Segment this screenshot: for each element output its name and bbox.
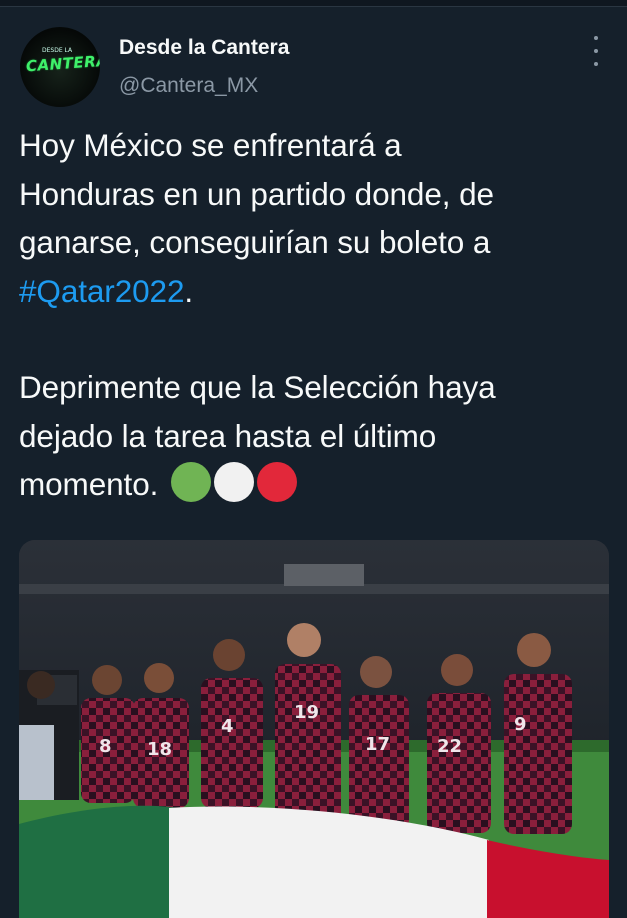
tweet-text: Hoy México se enfrentará a Honduras en u… — [19, 121, 614, 509]
jersey-number: 22 — [437, 736, 462, 757]
tweet-line: Deprimente que la Selección haya — [19, 369, 496, 405]
top-divider — [0, 0, 627, 7]
more-vertical-icon[interactable] — [588, 36, 604, 66]
jersey-number: 18 — [147, 739, 172, 760]
user-handle[interactable]: @Cantera_MX — [119, 74, 258, 98]
tweet-media-photo[interactable]: 8 18 4 19 17 22 9 — [19, 540, 609, 918]
tweet-line-text: momento. — [19, 466, 159, 502]
display-name[interactable]: Desde la Cantera — [119, 36, 289, 60]
hashtag-link[interactable]: #Qatar2022 — [19, 273, 184, 309]
green-circle-emoji-icon — [171, 462, 212, 502]
avatar[interactable]: DESDE LA CANTERA — [20, 27, 100, 107]
jersey-number: 19 — [294, 702, 319, 723]
team-photo: 8 18 4 19 17 22 9 — [19, 540, 609, 918]
jersey-number: 9 — [514, 714, 527, 735]
red-circle-emoji-icon — [257, 462, 298, 502]
tweet-line: momento. — [19, 460, 614, 509]
camera-operator — [19, 670, 79, 800]
tweet-line: dejado la tarea hasta el último — [19, 417, 437, 454]
tweet-line: Hoy México se enfrentará a — [19, 127, 402, 163]
jersey-number: 4 — [221, 716, 234, 737]
hashtag-punctuation: . — [184, 272, 194, 309]
avatar-logo-top: DESDE LA — [42, 47, 73, 54]
tweet-line: #Qatar2022. — [19, 267, 614, 316]
avatar-logo: CANTERA — [25, 51, 100, 76]
stadium-sign — [284, 564, 364, 586]
tweet-line: ganarse, conseguirían su boleto a — [19, 224, 491, 260]
jersey-number: 17 — [365, 734, 390, 755]
jersey-number: 8 — [99, 736, 112, 757]
tweet-line: Honduras en un partido donde, de — [19, 175, 494, 212]
white-circle-emoji-icon — [214, 462, 255, 502]
